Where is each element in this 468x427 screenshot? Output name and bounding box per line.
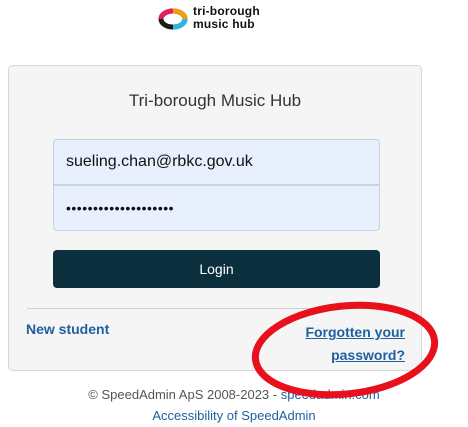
logo-text: tri-borough music hub xyxy=(193,5,260,31)
copyright-line: © SpeedAdmin ApS 2008-2023 - speedadmin.… xyxy=(0,387,468,402)
login-button[interactable]: Login xyxy=(53,250,380,288)
email-field[interactable] xyxy=(53,139,380,185)
accessibility-line: Accessibility of SpeedAdmin xyxy=(0,408,468,423)
divider xyxy=(27,308,403,309)
password-field[interactable] xyxy=(53,185,380,231)
speedadmin-site-link[interactable]: speedadmin.com xyxy=(281,387,380,402)
copyright-text: © SpeedAdmin ApS 2008-2023 - xyxy=(88,387,281,402)
tri-borough-logo: tri-borough music hub xyxy=(158,5,318,37)
new-student-link[interactable]: New student xyxy=(26,321,109,337)
logo-line-2: music hub xyxy=(193,17,255,31)
login-page: tri-borough music hub Tri-borough Music … xyxy=(0,0,468,427)
forgotten-password-link[interactable]: Forgotten your password? xyxy=(295,321,405,367)
login-card: Tri-borough Music Hub Login New student … xyxy=(8,65,422,371)
accessibility-link[interactable]: Accessibility of SpeedAdmin xyxy=(152,408,315,423)
ring-logo-icon xyxy=(158,8,188,30)
login-title: Tri-borough Music Hub xyxy=(128,91,302,110)
